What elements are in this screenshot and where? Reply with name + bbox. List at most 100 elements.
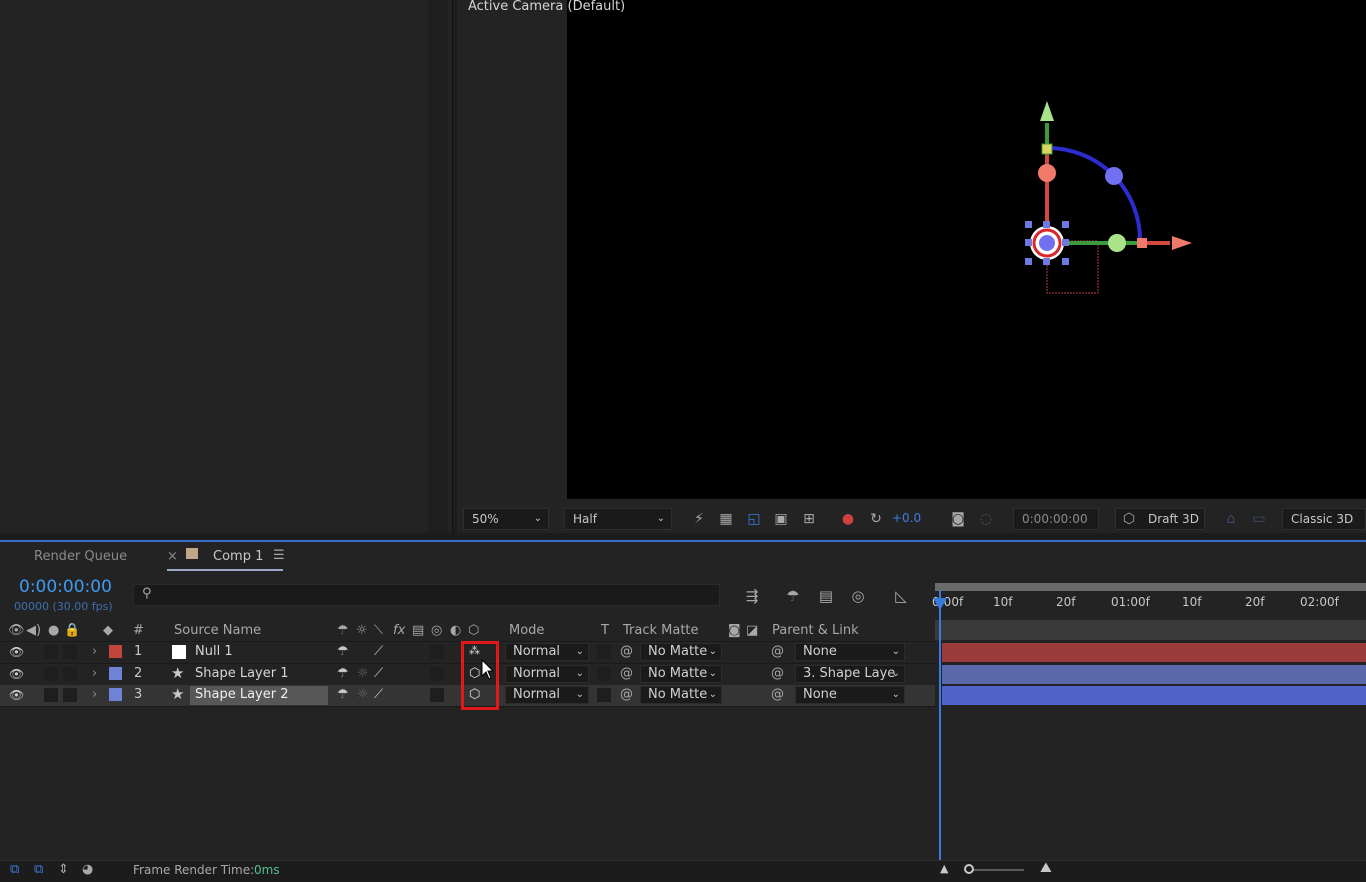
rotation-handle-green[interactable] <box>1108 234 1126 252</box>
exposure-value[interactable]: +0.0 <box>892 511 921 525</box>
extended-viewer-icon[interactable]: ⌂ <box>1222 510 1240 528</box>
expand-chevron-icon[interactable]: › <box>92 687 97 702</box>
parent-pick-whip-icon[interactable]: @ <box>771 644 784 659</box>
parent-dropdown[interactable]: None ⌄ <box>795 686 905 704</box>
snapshot-camera-icon[interactable]: ◙ <box>949 510 967 528</box>
layer-name[interactable]: Null 1 <box>195 644 233 659</box>
current-time-display[interactable]: 0:00:00:00 <box>19 577 112 597</box>
eye-icon[interactable]: 👁 <box>9 667 24 681</box>
collapse-switch-icon[interactable]: ☼ <box>357 687 369 702</box>
label-color-swatch[interactable] <box>109 645 122 658</box>
shy-switch-icon[interactable]: ☂ <box>337 644 349 659</box>
graph-editor-icon[interactable]: ◺ <box>890 585 912 607</box>
preserve-transparency-toggle[interactable] <box>597 667 611 681</box>
rotation-handle-red[interactable] <box>1038 164 1056 182</box>
x-axis-arrow[interactable] <box>1172 236 1192 250</box>
track-matte-dropdown[interactable]: No Matte ⌄ <box>640 686 722 704</box>
mask-path-visibility-icon[interactable]: ◱ <box>745 510 763 528</box>
rotation-arc[interactable] <box>1046 145 1143 242</box>
color-channels-icon[interactable]: ● <box>839 510 857 528</box>
frame-blending-icon[interactable]: ▤ <box>815 585 837 607</box>
region-of-interest-icon[interactable]: ▣ <box>772 510 790 528</box>
tab-comp-1[interactable]: Comp 1 <box>213 549 263 564</box>
rotation-handle-blue[interactable] <box>1105 167 1123 185</box>
shy-switch-icon[interactable]: ☂ <box>337 687 349 702</box>
close-icon[interactable]: × <box>167 549 178 564</box>
blend-mode-dropdown[interactable]: Normal ⌄ <box>505 665 589 683</box>
zoom-out-icon[interactable]: ▲ <box>940 862 948 875</box>
track-matte-dropdown[interactable]: No Matte ⌄ <box>640 665 722 683</box>
transparency-grid-icon[interactable]: ▦ <box>717 510 735 528</box>
eye-icon[interactable]: 👁 <box>9 645 24 659</box>
render-time-toggle-icon[interactable]: ◕ <box>82 862 93 877</box>
viewer-timecode[interactable]: 0:00:00:00 <box>1013 508 1099 530</box>
3d-transform-gizmo[interactable] <box>1010 95 1200 300</box>
lock-toggle[interactable] <box>63 667 77 681</box>
quality-switch-icon[interactable]: ⟋ <box>374 644 383 659</box>
expand-chevron-icon[interactable]: › <box>92 666 97 681</box>
layer-switches-toggle-icon[interactable]: ⧉ <box>10 862 19 877</box>
layer-search-input[interactable]: ⚲ <box>133 584 720 606</box>
resolution-dropdown[interactable]: Half ⌄ <box>564 508 672 530</box>
parent-pick-whip-icon[interactable]: @ <box>771 666 784 681</box>
comp-navigator-bar[interactable] <box>935 620 1366 640</box>
project-scrollbar[interactable] <box>428 0 448 533</box>
layer-duration-bar[interactable] <box>942 643 1366 662</box>
blend-mode-dropdown[interactable]: Normal ⌄ <box>505 686 589 704</box>
zoom-in-icon[interactable]: ⛰ <box>1040 860 1052 876</box>
source-name-header[interactable]: Source Name <box>174 623 261 638</box>
transfer-controls-toggle-icon[interactable]: ⧉ <box>34 862 43 877</box>
lock-toggle[interactable] <box>63 688 77 702</box>
quality-switch-icon[interactable]: ⟋ <box>374 687 383 702</box>
in-out-toggle-icon[interactable]: ⇕ <box>58 862 69 877</box>
anchor-point-center[interactable] <box>1039 235 1055 251</box>
parent-dropdown[interactable]: None ⌄ <box>795 643 905 661</box>
ground-plane-icon[interactable]: ▭ <box>1250 510 1268 528</box>
layer-name[interactable]: Shape Layer 2 <box>195 687 289 702</box>
motion-blur-icon[interactable]: ◎ <box>847 585 869 607</box>
current-time-indicator[interactable] <box>939 590 941 860</box>
layer-duration-bar[interactable] <box>942 686 1366 705</box>
grid-guides-icon[interactable]: ⊞ <box>800 510 818 528</box>
label-color-swatch[interactable] <box>109 667 122 680</box>
zoom-slider-track[interactable] <box>966 869 1024 871</box>
reset-exposure-icon[interactable]: ↻ <box>867 510 885 528</box>
label-color-swatch[interactable] <box>109 688 122 701</box>
composition-canvas[interactable] <box>567 0 1366 499</box>
blend-mode-dropdown[interactable]: Normal ⌄ <box>505 643 589 661</box>
shy-layers-icon[interactable]: ☂ <box>782 585 804 607</box>
eye-icon[interactable]: 👁 <box>9 688 24 702</box>
motion-blur-switch[interactable] <box>430 688 444 702</box>
solo-toggle[interactable] <box>44 645 58 659</box>
expand-chevron-icon[interactable]: › <box>92 644 97 659</box>
solo-toggle[interactable] <box>44 667 58 681</box>
3d-renderer-label[interactable]: Classic 3D <box>1282 508 1366 530</box>
preserve-transparency-toggle[interactable] <box>597 688 611 702</box>
layer-name[interactable]: Shape Layer 1 <box>195 666 289 681</box>
motion-blur-switch[interactable] <box>430 645 444 659</box>
x-axis-handle[interactable] <box>1137 238 1147 248</box>
y-axis-arrow[interactable] <box>1040 101 1054 121</box>
zoom-slider-thumb[interactable] <box>964 864 974 874</box>
preserve-transparency-toggle[interactable] <box>597 645 611 659</box>
playhead-handle[interactable] <box>933 598 947 610</box>
y-axis-handle[interactable] <box>1041 143 1053 155</box>
tab-render-queue[interactable]: Render Queue <box>34 549 127 564</box>
panel-menu-icon[interactable]: ☰ <box>273 548 285 563</box>
pick-whip-icon[interactable]: @ <box>620 687 633 702</box>
parent-dropdown[interactable]: 3. Shape Laye ⌄ <box>795 665 905 683</box>
lock-toggle[interactable] <box>63 645 77 659</box>
motion-blur-switch[interactable] <box>430 667 444 681</box>
parent-pick-whip-icon[interactable]: @ <box>771 687 784 702</box>
work-area-bar[interactable] <box>935 583 1366 591</box>
fast-previews-icon[interactable]: ⚡ <box>690 510 708 528</box>
layer-duration-bar[interactable] <box>942 665 1366 684</box>
track-matte-dropdown[interactable]: No Matte ⌄ <box>640 643 722 661</box>
shy-switch-icon[interactable]: ☂ <box>337 666 349 681</box>
pick-whip-icon[interactable]: @ <box>620 644 633 659</box>
quality-switch-icon[interactable]: ⟋ <box>374 666 383 681</box>
solo-toggle[interactable] <box>44 688 58 702</box>
collapse-switch-icon[interactable]: ☼ <box>357 666 369 681</box>
show-snapshot-icon[interactable]: ◌ <box>977 510 995 528</box>
pick-whip-icon[interactable]: @ <box>620 666 633 681</box>
